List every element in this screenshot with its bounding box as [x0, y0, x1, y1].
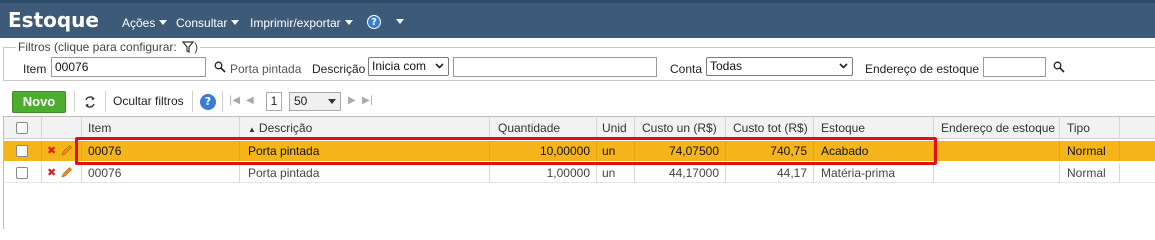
- search-icon[interactable]: [1053, 61, 1065, 73]
- table-row[interactable]: ✖ 00076 Porta pintada 10,00000 un 74,075…: [4, 141, 1155, 161]
- search-icon[interactable]: [214, 61, 226, 73]
- edit-pencil-icon[interactable]: [60, 144, 73, 157]
- menu-consultar[interactable]: Consultar: [176, 16, 240, 30]
- help-icon[interactable]: ?: [367, 15, 381, 29]
- help-menu-chevron-icon[interactable]: [396, 19, 404, 24]
- cell-custo-un: 44,17000: [635, 163, 726, 183]
- row-checkbox[interactable]: [16, 145, 28, 157]
- column-header-endereco[interactable]: Endereço de estoque: [934, 117, 1060, 139]
- column-header-custo-un[interactable]: Custo un (R$): [635, 117, 726, 139]
- delete-icon[interactable]: ✖: [47, 141, 56, 161]
- row-select-cell: [4, 163, 42, 183]
- first-page-icon[interactable]: |◀: [229, 95, 240, 106]
- cell-quantidade: 10,00000: [490, 141, 597, 161]
- ocultar-filtros-button[interactable]: Ocultar filtros: [113, 94, 184, 108]
- toolbar-divider: [74, 91, 75, 112]
- table-row[interactable]: ✖ 00076 Porta pintada 1,00000 un 44,1700…: [4, 163, 1155, 183]
- app-title: Estoque: [8, 8, 99, 32]
- sort-ascending-icon: ▲: [248, 125, 256, 134]
- grid-header: Item ▲ Descrição Quantidade Unid Custo un…: [4, 117, 1155, 139]
- cell-custo-tot: 740,75: [726, 141, 814, 161]
- descricao-filter-input[interactable]: [453, 57, 657, 77]
- cell-unid: un: [597, 141, 635, 161]
- toolbar-divider: [105, 91, 106, 112]
- toolbar-divider: [222, 91, 223, 112]
- cell-tipo: Normal: [1060, 141, 1120, 161]
- row-actions-cell: ✖: [42, 141, 82, 161]
- cell-descricao: Porta pintada: [240, 163, 490, 183]
- column-header-estoque[interactable]: Estoque: [814, 117, 934, 139]
- filler-column-header: [1120, 117, 1155, 139]
- select-all-checkbox[interactable]: [16, 122, 28, 134]
- cell-quantidade: 1,00000: [490, 163, 597, 183]
- edit-pencil-icon[interactable]: [60, 166, 73, 179]
- column-header-descricao[interactable]: ▲ Descrição: [240, 117, 490, 139]
- chevron-down-icon: [328, 99, 336, 104]
- chevron-down-icon: [344, 20, 353, 25]
- chevron-down-icon: [159, 20, 168, 25]
- item-description: Porta pintada: [230, 62, 302, 76]
- actions-column-header: [42, 117, 82, 139]
- cell-custo-tot: 44,17: [726, 163, 814, 183]
- cell-item: 00076: [82, 141, 240, 161]
- column-header-quantidade[interactable]: Quantidade: [490, 117, 597, 139]
- cell-endereco: [934, 141, 1060, 161]
- column-header-custo-tot[interactable]: Custo tot (R$): [726, 117, 814, 139]
- chevron-down-icon: [839, 63, 848, 69]
- stock-grid: Item ▲ Descrição Quantidade Unid Custo un…: [3, 116, 1155, 229]
- cell-estoque: Matéria-prima: [814, 163, 934, 183]
- select-all-cell: [4, 117, 42, 139]
- menu-imprimir-exportar[interactable]: Imprimir/exportar: [250, 16, 353, 30]
- conta-select[interactable]: Todas: [706, 57, 853, 76]
- descricao-mode-select[interactable]: Inicia com: [368, 57, 449, 76]
- endereco-filter-label: Endereço de estoque: [865, 62, 980, 76]
- endereco-filter-input[interactable]: [983, 57, 1046, 77]
- item-filter-input[interactable]: [51, 57, 206, 77]
- filters-legend[interactable]: Filtros (clique para configurar: ): [16, 40, 201, 54]
- cell-estoque: Acabado: [814, 141, 934, 161]
- refresh-icon[interactable]: [83, 95, 97, 109]
- chevron-down-icon: [435, 63, 444, 69]
- novo-button[interactable]: Novo: [12, 91, 66, 113]
- top-bar: Estoque Ações Consultar Imprimir/exporta…: [0, 0, 1155, 38]
- cell-descricao: Porta pintada: [240, 141, 490, 161]
- cell-unid: un: [597, 163, 635, 183]
- cell-tipo: Normal: [1060, 163, 1120, 183]
- help-icon[interactable]: ?: [200, 94, 216, 110]
- column-header-item[interactable]: Item: [82, 117, 240, 139]
- toolbar-divider: [192, 91, 193, 112]
- descricao-filter-label: Descrição: [312, 62, 366, 76]
- item-filter-label: Item: [23, 62, 47, 76]
- column-header-tipo[interactable]: Tipo: [1060, 117, 1120, 139]
- chevron-down-icon: [231, 20, 240, 25]
- previous-page-icon[interactable]: ◀: [246, 95, 254, 106]
- column-header-unid[interactable]: Unid: [597, 117, 635, 139]
- next-page-icon[interactable]: ▶: [348, 95, 356, 106]
- cell-endereco: [934, 163, 1060, 183]
- cell-item: 00076: [82, 163, 240, 183]
- row-actions-cell: ✖: [42, 163, 82, 183]
- cell-custo-un: 74,07500: [635, 141, 726, 161]
- funnel-icon[interactable]: [182, 41, 195, 53]
- row-checkbox[interactable]: [16, 167, 28, 179]
- page-number-input[interactable]: 1: [266, 92, 282, 111]
- row-select-cell: [4, 141, 42, 161]
- delete-icon[interactable]: ✖: [47, 163, 56, 183]
- last-page-icon[interactable]: ▶|: [362, 95, 373, 106]
- page-size-select[interactable]: 50: [289, 92, 341, 111]
- menu-acoes[interactable]: Ações: [122, 16, 168, 30]
- grid-toolbar: Novo Ocultar filtros ? |◀ ◀ 1 50 ▶ ▶|: [0, 88, 1155, 116]
- conta-filter-label: Conta: [670, 62, 703, 76]
